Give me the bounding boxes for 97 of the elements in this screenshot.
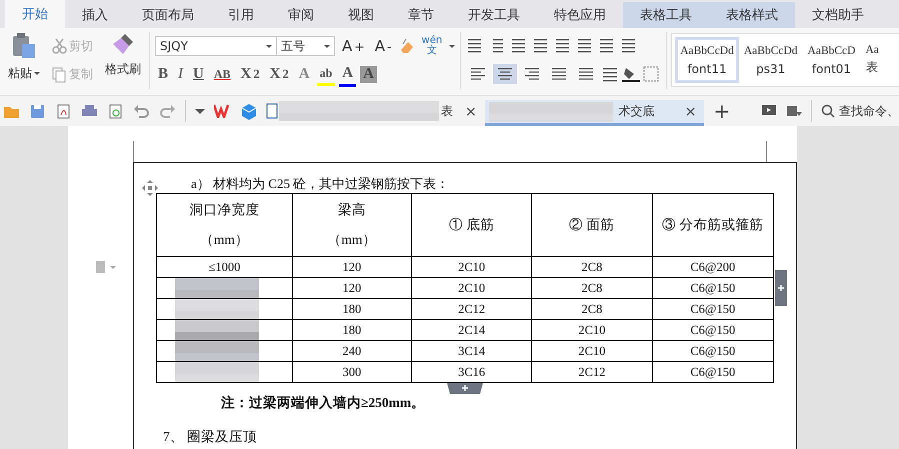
- document-tab[interactable]: 表 ×: [439, 100, 485, 126]
- style-preset[interactable]: AaBbCcDd ps31: [738, 37, 803, 83]
- menu-tab[interactable]: 表格工具: [623, 2, 709, 28]
- align-icon: [525, 67, 540, 81]
- search-icon: [821, 104, 835, 118]
- undo-icon[interactable]: [133, 102, 150, 120]
- table-cell: 2C10: [412, 256, 532, 278]
- table-cell: C6@150: [652, 278, 774, 298]
- table-cell: 3C14: [412, 340, 532, 362]
- align-icon: [498, 67, 512, 81]
- color-button[interactable]: A: [339, 62, 356, 87]
- cube-icon[interactable]: [241, 102, 257, 120]
- highlight-button[interactable]: ab: [316, 64, 336, 86]
- column-header: ① 底筋: [412, 194, 532, 256]
- italic-button[interactable]: I: [175, 64, 186, 86]
- menu-tab[interactable]: 引用: [211, 2, 271, 28]
- align-icon: [552, 67, 566, 81]
- table-cell: 180: [292, 298, 412, 320]
- close-button[interactable]: ×: [684, 104, 696, 120]
- table-cell: 2C10: [412, 278, 532, 298]
- table-cell: C6@200: [652, 256, 774, 278]
- column-header: ② 面筋: [532, 194, 652, 256]
- paste-button[interactable]: 粘贴: [5, 63, 43, 84]
- menu-tab[interactable]: 表格样式: [709, 2, 795, 28]
- tab-title: 表: [441, 103, 453, 120]
- style-preset[interactable]: AaBbCcDd font11: [675, 37, 739, 83]
- menu-tab[interactable]: 开始: [5, 0, 65, 28]
- screen-icon[interactable]: [761, 104, 777, 118]
- menu-tab[interactable]: 章节: [391, 2, 451, 28]
- tab-title: 术交底: [618, 103, 655, 120]
- underline-button[interactable]: U: [190, 64, 207, 86]
- table-cell: C6@150: [652, 340, 774, 362]
- brush-icon[interactable]: [111, 32, 135, 56]
- intro-text: a） 材料均为 C25 砼，其中过梁钢筋按下表：: [191, 175, 450, 193]
- new-tab-button[interactable]: +: [713, 99, 730, 123]
- section-heading: 7、 圈梁及压顶: [163, 428, 258, 446]
- align-center-button[interactable]: [493, 64, 518, 84]
- caret-icon: [449, 44, 456, 48]
- table-cell: 120: [292, 256, 412, 278]
- caret-icon: [266, 44, 272, 48]
- table-cell: C6@150: [652, 362, 774, 382]
- table-cell: C6@150: [652, 298, 774, 320]
- scissors-icon: [52, 38, 67, 54]
- dropdown-icon[interactable]: [195, 108, 205, 114]
- table-cell: 300: [292, 362, 412, 382]
- table-cell: C6@150: [652, 320, 774, 340]
- move-handle-icon[interactable]: [142, 180, 158, 196]
- paste-icon[interactable]: [11, 32, 37, 60]
- wps-logo-icon[interactable]: [214, 104, 232, 118]
- menu-tab[interactable]: 开发工具: [451, 2, 537, 28]
- add-row-handle-icon[interactable]: [447, 383, 483, 394]
- table-cell: 2C12: [532, 362, 652, 382]
- format-painter-button[interactable]: 格式刷: [102, 59, 144, 80]
- column-header: 洞口净宽度 （mm）: [156, 194, 292, 256]
- table-cell: 2C12: [412, 298, 532, 320]
- fill-bucket-icon[interactable]: [622, 66, 640, 82]
- align-icon: [471, 67, 486, 81]
- close-button[interactable]: ×: [465, 104, 477, 120]
- menu-tab[interactable]: 页面布局: [125, 2, 211, 28]
- menu-tab[interactable]: 插入: [65, 2, 125, 28]
- menu-tab[interactable]: 特色应用: [537, 2, 623, 28]
- table-cell: 2C8: [532, 278, 652, 298]
- crop-mark: [133, 141, 134, 162]
- search-button[interactable]: 查找命令、: [821, 102, 899, 120]
- bold-button[interactable]: B: [155, 64, 172, 86]
- menu-tab[interactable]: 文档助手: [795, 2, 881, 28]
- document-icon[interactable]: [266, 103, 278, 119]
- add-column-handle-icon[interactable]: [775, 270, 787, 306]
- table-cell: 2C8: [532, 256, 652, 278]
- font-field[interactable]: SJQY: [155, 36, 277, 56]
- menu-tab[interactable]: 审阅: [271, 2, 331, 28]
- pinyin-button[interactable]: wén 文: [418, 34, 446, 58]
- table-cell: 120: [292, 278, 412, 298]
- size-field[interactable]: 五号: [277, 36, 335, 56]
- document-tab[interactable]: 术交底 ×: [484, 100, 704, 126]
- table-cell: 2C8: [532, 298, 652, 320]
- flag-dropdown-icon[interactable]: [786, 104, 802, 118]
- pdf-export-icon[interactable]: [55, 102, 72, 120]
- menu-tab[interactable]: 视图: [331, 2, 391, 28]
- column-header: 梁高 （mm）: [292, 194, 412, 256]
- table-cell: 2C10: [532, 340, 652, 362]
- table-cell: 2C10: [532, 320, 652, 340]
- caret-icon: [324, 44, 330, 48]
- table-cell: 180: [292, 320, 412, 340]
- note-text: 注：过梁两端伸入墙内≥250mm。: [221, 394, 426, 412]
- style-preset[interactable]: Aa 表: [860, 37, 884, 83]
- strike-button[interactable]: AB: [210, 65, 234, 84]
- caret-icon: [34, 72, 40, 75]
- align-icon: [579, 67, 594, 81]
- column-header: ③ 分布筋或箍筋: [652, 194, 774, 256]
- print-preview-icon[interactable]: [107, 102, 124, 120]
- table-cell: 2C14: [412, 320, 532, 340]
- style-preset[interactable]: AaBbCcD font01: [802, 37, 860, 83]
- table-cell: 240: [292, 340, 412, 362]
- copy-icon: [52, 66, 67, 83]
- crop-mark: [766, 141, 767, 162]
- save-icon[interactable]: [29, 102, 46, 120]
